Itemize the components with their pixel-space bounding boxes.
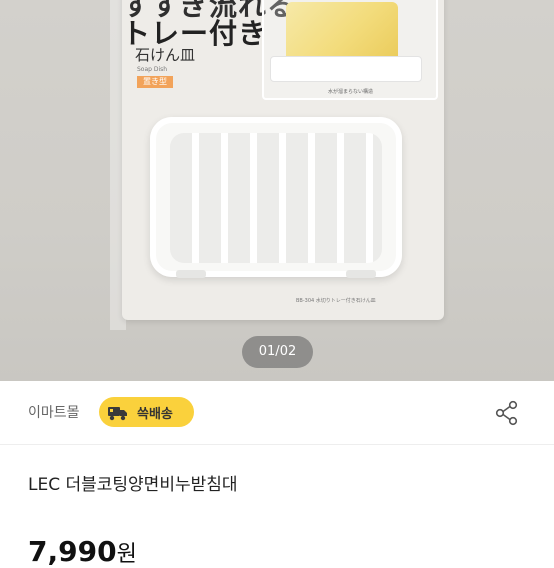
price-unit: 원 (116, 542, 137, 567)
product-title: LEC 더블코팅양면비누받침대 (28, 475, 238, 495)
packaging-english-label: Soap Dish (137, 66, 168, 73)
inset-caption: 水が溜まらない構造 (328, 89, 374, 95)
product-price: 7,990원 (28, 535, 137, 568)
share-icon[interactable] (494, 400, 520, 426)
packaging-subtitle: 石けん皿 (135, 46, 196, 64)
price-value: 7,990 (28, 535, 117, 568)
delivery-badge-label: 쓱배송 (137, 407, 173, 422)
seller-name-link[interactable]: 이마트몰 (28, 402, 80, 422)
packaging-tag: 置き型 (137, 76, 173, 88)
seller-row: 이마트몰 쓱배송 (0, 381, 554, 445)
product-image-carousel[interactable]: すすぎ流れる トレー付き 石けん皿 Soap Dish 置き型 水が溜まらない構… (0, 0, 554, 381)
packaging-footer-text: BB-304 水切りトレー付き石けん皿 (296, 298, 376, 304)
delivery-badge[interactable]: 쓱배송 (99, 397, 194, 427)
soap-dish-foot (176, 270, 206, 278)
soap-dish-foot (346, 270, 376, 278)
soap-tray-image (270, 56, 422, 82)
soap-dish-ribs (170, 133, 382, 263)
image-page-counter: 01/02 (242, 336, 313, 368)
soap-bar-image (286, 2, 398, 62)
truck-icon (108, 407, 127, 421)
